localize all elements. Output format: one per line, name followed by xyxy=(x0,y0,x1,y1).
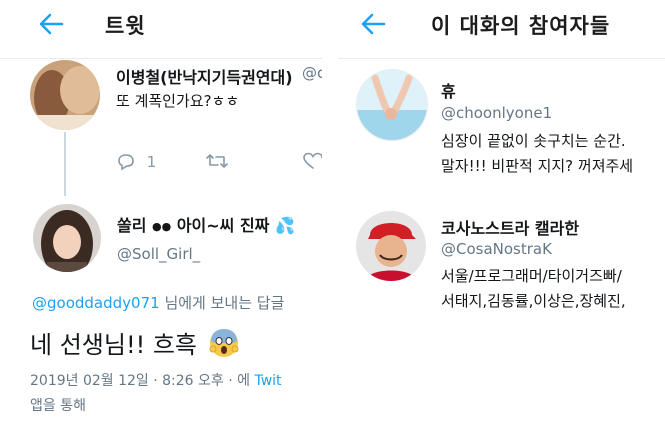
retweet-button[interactable] xyxy=(205,152,229,174)
avatar[interactable] xyxy=(356,211,426,281)
participant-handle[interactable]: @choonlyone1 xyxy=(441,104,552,122)
avatar-image xyxy=(356,211,426,281)
participant-name[interactable]: 휴 xyxy=(441,78,456,102)
droplet-emoji: 💦 xyxy=(274,216,295,235)
source-link[interactable]: Twit xyxy=(254,373,281,389)
tweet-header: 트윗 xyxy=(0,0,322,59)
arrow-left-icon xyxy=(39,13,64,35)
user-handle[interactable]: @Soll_Girl_ xyxy=(117,245,200,263)
participants-panel: 이 대화의 참여자들 휴 @choonlyone1 심장이 끝없이 솟구치는 순… xyxy=(338,0,665,429)
back-button[interactable] xyxy=(360,12,390,36)
arrow-left-icon xyxy=(361,13,386,35)
tweet-text: 또 계폭인가요?ㅎㅎ xyxy=(116,92,240,110)
heart-icon xyxy=(303,152,322,169)
participant-bio-line: 말자!!! 비판적 지지? 꺼져주세 xyxy=(441,157,634,175)
retweet-icon xyxy=(206,154,228,168)
participant-handle[interactable]: @CosaNostraK xyxy=(441,240,552,258)
reply-context: @gooddaddy071 님에게 보내는 답글 xyxy=(32,292,284,313)
tweet-source-line: 앱을 통해 xyxy=(30,398,86,414)
tweet-text: 네 선생님!! 흐흑 xyxy=(30,325,240,365)
participant-name[interactable]: 코사노스트라 캘라한 xyxy=(441,215,579,239)
timestamp-text: 2019년 02월 12일 · 8:26 오후 · 에 xyxy=(30,373,255,389)
display-name-first: 쏠리 xyxy=(117,216,147,235)
like-button[interactable] xyxy=(302,152,322,174)
reply-icon xyxy=(118,153,134,170)
reply-count: 1 xyxy=(146,152,157,171)
tweet-timestamp: 2019년 02월 12일 · 8:26 오후 · 에 Twit xyxy=(30,370,282,390)
reply-button[interactable]: 1 xyxy=(116,152,156,171)
avatar-image xyxy=(357,70,427,140)
avatar[interactable] xyxy=(33,204,101,272)
back-button[interactable] xyxy=(38,12,68,36)
participant-bio-line: 심장이 끝없이 솟구치는 순간. xyxy=(441,132,626,150)
page-title: 이 대화의 참여자들 xyxy=(431,14,611,38)
avatar-image xyxy=(33,204,101,272)
display-name[interactable]: 이병철(반낙지기득권연대) xyxy=(116,64,293,88)
participants-header: 이 대화의 참여자들 xyxy=(338,0,665,59)
tweet-text-content: 네 선생님!! 흐흑 xyxy=(30,331,197,359)
display-name[interactable]: 쏠리 ●● 아이~씨 진짜 💦 xyxy=(117,212,295,236)
avatar-image xyxy=(30,60,100,130)
eyes-emoji: ●● xyxy=(152,220,172,233)
panel-gap xyxy=(322,0,338,429)
page-title: 트윗 xyxy=(105,14,146,38)
reply-context-suffix: 님에게 보내는 답글 xyxy=(159,294,285,312)
display-name-tail: 아이~씨 진짜 xyxy=(176,216,270,235)
mention-link[interactable]: @gooddaddy071 xyxy=(32,294,160,312)
tweet-detail-panel: 트윗 이병철(반낙지기득권연대) @c 또 계폭인가요?ㅎㅎ 1 쏠리 ●● 아… xyxy=(0,0,322,429)
participant-bio-line: 서태지,김동률,이상은,장혜진, xyxy=(441,292,626,310)
avatar[interactable] xyxy=(30,60,100,130)
user-handle[interactable]: @c xyxy=(302,64,322,82)
thread-connector xyxy=(64,132,66,196)
avatar[interactable] xyxy=(356,69,428,141)
participant-bio-line: 서울/프로그래머/타이거즈빠/ xyxy=(441,267,622,285)
screaming-emoji xyxy=(208,327,240,365)
